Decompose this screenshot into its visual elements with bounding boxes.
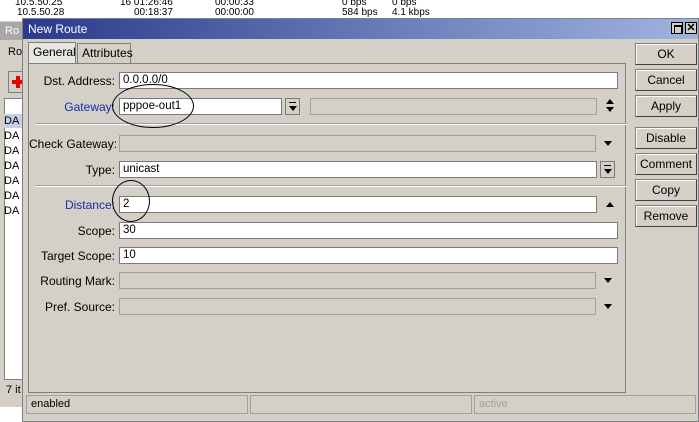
check-gateway-select[interactable] [119, 135, 596, 152]
list-item[interactable]: DA [4, 159, 19, 173]
type-select[interactable]: unicast [119, 161, 597, 178]
distance-collapse-button[interactable] [603, 196, 617, 213]
copy-button[interactable]: Copy [635, 179, 697, 201]
chevron-down-icon [604, 304, 612, 309]
status-active: active [474, 395, 696, 414]
list-item[interactable]: DA [4, 174, 19, 188]
close-button[interactable]: ✕ [685, 22, 697, 34]
ok-button[interactable]: OK [635, 43, 697, 65]
target-scope-label: Target Scope: [40, 249, 115, 263]
status-middle [250, 395, 472, 414]
list-item[interactable]: DA [4, 144, 19, 158]
bg-cell: 4.1 kbps [392, 7, 430, 18]
arrow-down-icon [606, 107, 614, 112]
chevron-down-icon [289, 106, 297, 111]
check-gateway-dropdown[interactable] [601, 135, 615, 152]
gateway-dropdown-button[interactable] [285, 98, 300, 115]
close-icon: ✕ [686, 22, 696, 34]
gateway-updown-button[interactable] [603, 98, 617, 115]
dst-address-label: Dst. Address: [43, 74, 115, 88]
bar-icon [289, 102, 296, 103]
type-dropdown-button[interactable] [600, 161, 615, 178]
target-scope-input[interactable]: 10 [119, 247, 618, 264]
routing-mark-label: Routing Mark: [40, 274, 115, 288]
maximize-icon [674, 25, 682, 34]
remove-button[interactable]: Remove [635, 205, 697, 227]
pref-source-label: Pref. Source: [44, 300, 115, 314]
apply-button[interactable]: Apply [635, 95, 697, 117]
separator [35, 185, 627, 187]
distance-label: Distance: [64, 198, 115, 212]
maximize-button[interactable] [671, 22, 683, 34]
list-item[interactable]: DA [4, 129, 19, 143]
routing-mark-dropdown[interactable] [601, 272, 615, 289]
bg-tab[interactable]: Ro [8, 46, 22, 58]
list-item[interactable]: DA [4, 204, 19, 218]
general-panel: Dst. Address: 0.0.0.0/0 Gateway: pppoe-o… [28, 63, 627, 393]
tab-general[interactable]: General [28, 42, 76, 63]
new-route-dialog: New Route ✕ General Attributes Dst. Addr… [22, 18, 699, 422]
bg-cell: 10.5.50.28 [17, 7, 65, 18]
dialog-titlebar[interactable]: New Route ✕ [23, 19, 698, 39]
scope-label: Scope: [77, 224, 115, 238]
gateway-input[interactable]: pppoe-out1 [119, 98, 282, 115]
pref-source-select[interactable] [119, 298, 596, 315]
gateway-label: Gateway: [64, 100, 115, 114]
arrow-up-icon [606, 99, 614, 104]
distance-input[interactable]: 2 [119, 196, 597, 213]
separator [35, 123, 627, 125]
dialog-title: New Route [28, 22, 88, 36]
bg-cell: 00:18:37 [134, 7, 173, 18]
bg-cell: 00:00:00 [215, 7, 254, 18]
bg-item-count: 7 it [6, 384, 21, 396]
cancel-button[interactable]: Cancel [635, 69, 697, 91]
check-gateway-label: Check Gateway: [29, 137, 118, 151]
type-label: Type: [85, 163, 115, 177]
chevron-down-icon [604, 169, 612, 174]
routing-mark-select[interactable] [119, 272, 596, 289]
tab-attributes[interactable]: Attributes [77, 43, 133, 63]
status-enabled: enabled [26, 395, 248, 414]
chevron-down-icon [604, 278, 612, 283]
disable-button[interactable]: Disable [635, 127, 697, 149]
chevron-down-icon [604, 141, 612, 146]
list-item[interactable]: DA [4, 189, 19, 203]
bg-cell: 584 bps [342, 7, 378, 18]
bar-icon [604, 165, 611, 166]
scope-input[interactable]: 30 [119, 222, 618, 239]
dst-address-input[interactable]: 0.0.0.0/0 [119, 72, 618, 89]
pref-source-dropdown[interactable] [601, 298, 615, 315]
arrow-up-icon [606, 202, 614, 207]
list-item[interactable]: DA [4, 114, 22, 128]
plus-icon [16, 76, 20, 88]
comment-button[interactable]: Comment [635, 153, 697, 175]
gateway-secondary-input[interactable] [310, 98, 597, 115]
